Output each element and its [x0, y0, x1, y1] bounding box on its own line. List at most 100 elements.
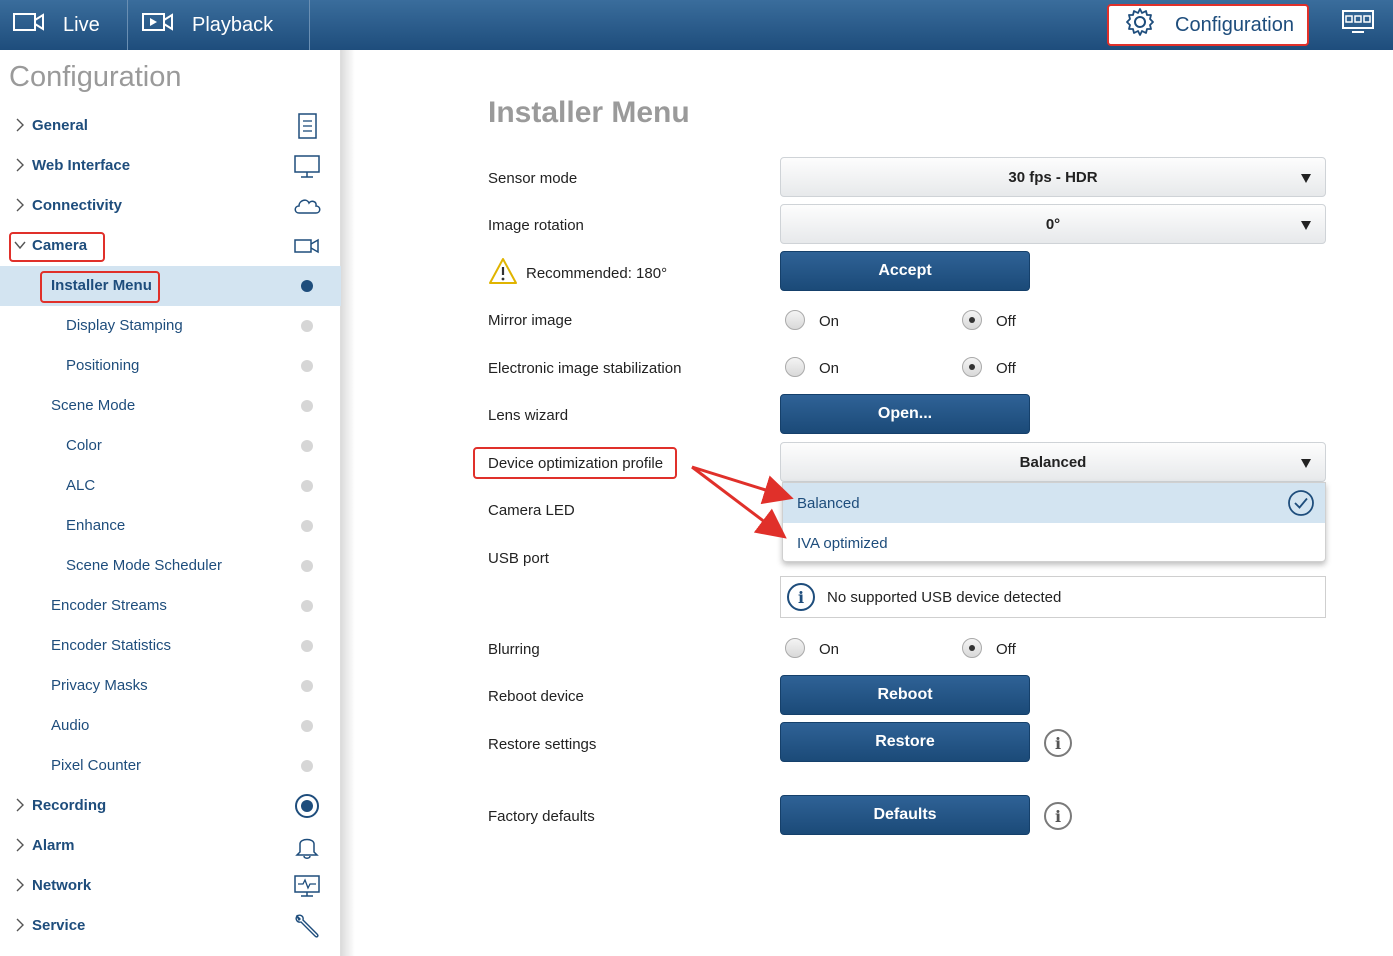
camera-highlight [9, 232, 105, 262]
accept-button[interactable]: Accept [780, 251, 1030, 291]
blurring-on-label: On [819, 641, 840, 658]
recommended-text: Recommended: 180° [526, 265, 668, 282]
sidebar-item-web-interface[interactable]: Web Interface [0, 146, 341, 186]
top-navigation-bar: Live Playback Configuration [0, 0, 1393, 50]
tab-live-label: Live [63, 13, 100, 36]
dropdown-arrow-icon [1301, 459, 1311, 468]
sidebar-item-audio[interactable]: Audio [0, 706, 341, 746]
eis-on-radio[interactable] [785, 357, 805, 377]
sidebar-item-network[interactable]: Network [0, 866, 341, 906]
sidebar-item-positioning[interactable]: Positioning [0, 346, 341, 386]
device-profile-value: Balanced [1019, 453, 1087, 471]
reboot-button[interactable]: Reboot [780, 675, 1030, 715]
sidebar-item-display-stamping[interactable]: Display Stamping [0, 306, 341, 346]
eis-label: Electronic image stabilization [488, 360, 682, 377]
tab-monitor[interactable] [1322, 0, 1393, 50]
device-profile-label: Device optimization profile [488, 455, 664, 472]
restore-button[interactable]: Restore [780, 722, 1030, 762]
eis-off-radio[interactable] [962, 357, 982, 377]
sidebar-item-service[interactable]: Service [0, 906, 341, 946]
usb-status-text: No supported USB device detected [827, 589, 1062, 606]
sidebar-item-alarm[interactable]: Alarm [0, 826, 341, 866]
sidebar-item-label: ALC [66, 477, 96, 494]
sidebar-item-label: Positioning [66, 357, 140, 374]
sidebar-item-general[interactable]: General [0, 106, 341, 146]
usb-status-note: i No supported USB device detected [780, 576, 1326, 618]
blurring-on-radio[interactable] [785, 638, 805, 658]
sidebar-item-label: Recording [32, 797, 107, 814]
dropdown-option-balanced[interactable]: Balanced [783, 483, 1325, 523]
reboot-label: Reboot device [488, 688, 584, 705]
usb-port-label: USB port [488, 550, 549, 567]
sidebar-item-alc[interactable]: ALC [0, 466, 341, 506]
dropdown-arrow-icon [1301, 174, 1311, 183]
status-dot [301, 320, 313, 332]
sensor-mode-value: 30 fps - HDR [1008, 168, 1098, 186]
mirror-image-label: Mirror image [488, 312, 573, 329]
image-rotation-select[interactable]: 0° [780, 204, 1326, 244]
lens-wizard-label: Lens wizard [488, 407, 569, 424]
defaults-button[interactable]: Defaults [780, 795, 1030, 835]
sidebar-item-recording[interactable]: Recording [0, 786, 341, 826]
page-title: Installer Menu [488, 96, 690, 129]
blurring-off-radio[interactable] [962, 638, 982, 658]
defaults-info-icon[interactable]: i [1044, 802, 1072, 830]
sidebar-item-color[interactable]: Color [0, 426, 341, 466]
sidebar-item-label: Color [66, 437, 102, 454]
status-dot [301, 720, 313, 732]
warning-icon [489, 258, 517, 284]
status-dot [301, 600, 313, 612]
image-rotation-label: Image rotation [488, 217, 584, 234]
restore-info-icon[interactable]: i [1044, 729, 1072, 757]
sidebar-item-label: Alarm [32, 837, 75, 854]
gear-icon [1125, 7, 1155, 43]
monitor-grid-icon [1341, 9, 1374, 41]
sidebar-item-encoder-statistics[interactable]: Encoder Statistics [0, 626, 341, 666]
tab-configuration-label: Configuration [1175, 13, 1294, 36]
status-dot [301, 520, 313, 532]
wrench-icon [295, 914, 319, 938]
sidebar-item-connectivity[interactable]: Connectivity [0, 186, 341, 226]
camera-icon [13, 11, 45, 39]
sensor-mode-select[interactable]: 30 fps - HDR [780, 157, 1326, 197]
sidebar-item-label: Pixel Counter [51, 757, 142, 774]
eis-on-label: On [819, 360, 840, 377]
mirror-image-off-radio[interactable] [962, 310, 982, 330]
dropdown-arrow-icon [1301, 221, 1311, 230]
camera-led-label: Camera LED [488, 502, 575, 519]
sidebar-item-enhance[interactable]: Enhance [0, 506, 341, 546]
device-profile-dropdown: Balanced IVA optimized [782, 482, 1326, 562]
sidebar-item-label: Enhance [66, 517, 126, 534]
sidebar-item-privacy-masks[interactable]: Privacy Masks [0, 666, 341, 706]
device-profile-select[interactable]: Balanced [780, 442, 1326, 482]
chevron-right-icon [16, 118, 24, 132]
video-camera-icon [294, 238, 319, 254]
chevron-right-icon [16, 198, 24, 212]
chevron-right-icon [16, 878, 24, 892]
status-dot [301, 640, 313, 652]
cloud-icon [294, 199, 321, 214]
bell-icon [295, 838, 319, 859]
sensor-mode-label: Sensor mode [488, 170, 578, 187]
sidebar-item-label: Privacy Masks [51, 677, 148, 694]
dropdown-option-iva-optimized[interactable]: IVA optimized [783, 523, 1325, 563]
check-circle-icon [1288, 490, 1314, 516]
playback-icon [142, 11, 174, 39]
status-dot [301, 480, 313, 492]
status-dot [301, 760, 313, 772]
annotation-arrows [691, 465, 794, 539]
tab-configuration[interactable]: Configuration [1107, 4, 1309, 46]
tab-playback[interactable]: Playback [129, 0, 310, 50]
restore-label: Restore settings [488, 736, 597, 753]
sidebar-item-scene-mode-scheduler[interactable]: Scene Mode Scheduler [0, 546, 341, 586]
tab-live[interactable]: Live [0, 0, 128, 50]
lens-wizard-open-button[interactable]: Open... [780, 394, 1030, 434]
sidebar-item-label: Connectivity [32, 197, 123, 214]
document-list-icon [298, 113, 317, 139]
status-dot [301, 400, 313, 412]
sidebar-item-encoder-streams[interactable]: Encoder Streams [0, 586, 341, 626]
mirror-image-on-radio[interactable] [785, 310, 805, 330]
sidebar-item-pixel-counter[interactable]: Pixel Counter [0, 746, 341, 786]
sidebar-item-scene-mode[interactable]: Scene Mode [0, 386, 341, 426]
sidebar-item-label: Web Interface [32, 157, 131, 174]
